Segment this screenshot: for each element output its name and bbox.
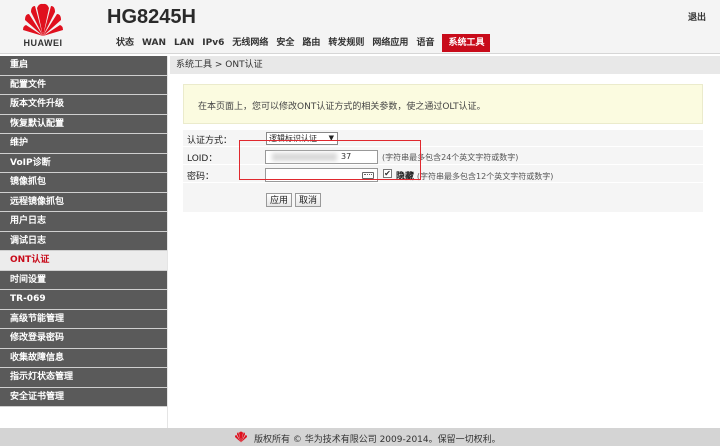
sidebar-item-firmware-upgrade[interactable]: 版本文件升级 [0, 95, 167, 115]
nav-security[interactable]: 安全 [272, 34, 298, 52]
sidebar-item-debug-log[interactable]: 调试日志 [0, 231, 167, 251]
sidebar-item-voip-diagnosis[interactable]: VoIP诊断 [0, 153, 167, 173]
auth-mode-value: 逻辑标识认证 [269, 134, 317, 143]
cancel-button[interactable]: 取消 [295, 193, 322, 207]
logout-link[interactable]: 退出 [688, 10, 706, 23]
loid-label: LOID： [187, 154, 218, 164]
nav-wireless[interactable]: 无线网络 [228, 34, 272, 52]
password-input[interactable] [265, 168, 378, 182]
nav-status[interactable]: 状态 [112, 34, 138, 52]
sidebar-item-config-file[interactable]: 配置文件 [0, 75, 167, 95]
sidebar-item-reboot[interactable]: 重启 [0, 56, 167, 76]
loid-redacted [272, 153, 337, 161]
nav-lan[interactable]: LAN [170, 34, 198, 52]
sidebar-item-collect-faults[interactable]: 收集故障信息 [0, 348, 167, 368]
loid-hint: (字符串最多包含24个英文字符或数字) [382, 153, 519, 162]
brand-name: HUAWEI [23, 38, 63, 48]
sidebar-item-time-settings[interactable]: 时间设置 [0, 270, 167, 290]
huawei-logo-icon [23, 3, 63, 37]
nav-wan[interactable]: WAN [138, 34, 170, 52]
notice-text: 在本页面上，您可以修改ONT认证方式的相关参数，使之通过OLT认证。 [198, 102, 486, 112]
auth-mode-row: 认证方式： 逻辑标识认证 ▼ [183, 130, 703, 147]
sidebar-item-maintenance[interactable]: 维护 [0, 134, 167, 154]
hide-text: 隐藏 [396, 172, 415, 182]
nav-network-apps[interactable]: 网络应用 [368, 34, 412, 52]
hide-password-checkbox[interactable]: ✔ [383, 169, 392, 178]
nav-system-tools[interactable]: 系统工具 [442, 34, 491, 52]
auth-mode-label: 认证方式： [187, 136, 233, 146]
footer: 版权所有 © 华为技术有限公司 2009-2014。保留一切权利。 [0, 428, 720, 446]
sidebar-item-security-cert[interactable]: 安全证书管理 [0, 387, 167, 407]
nav-route[interactable]: 路由 [298, 34, 324, 52]
nav-forward-rules[interactable]: 转发规则 [324, 34, 368, 52]
sidebar-item-mirror-capture[interactable]: 镜像抓包 [0, 173, 167, 193]
loid-input[interactable]: 37 [265, 150, 378, 164]
sidebar-item-user-log[interactable]: 用户日志 [0, 212, 167, 232]
info-notice: 在本页面上，您可以修改ONT认证方式的相关参数，使之通过OLT认证。 [183, 84, 703, 124]
loid-row: LOID： 37 (字符串最多包含24个英文字符或数字) [183, 148, 703, 165]
sidebar-item-led-status[interactable]: 指示灯状态管理 [0, 368, 167, 388]
nav-voice[interactable]: 语音 [412, 34, 438, 52]
dropdown-arrow-icon: ▼ [328, 134, 334, 142]
header: HUAWEI HG8245H 退出 状态 WAN LAN IPv6 无线网络 安… [0, 0, 720, 54]
auth-mode-select[interactable]: 逻辑标识认证 ▼ [266, 132, 338, 145]
keyboard-icon[interactable] [362, 172, 374, 179]
sidebar-item-tr069[interactable]: TR-069 [0, 290, 167, 310]
copyright-text: 版权所有 © 华为技术有限公司 2009-2014。保留一切权利。 [254, 435, 501, 445]
main-nav: 状态 WAN LAN IPv6 无线网络 安全 路由 转发规则 网络应用 语音 … [112, 34, 491, 52]
password-row: 密码： ✔ 隐藏 (字符串最多包含12个英文字符或数字) [183, 166, 703, 183]
sidebar-item-restore-default[interactable]: 恢复默认配置 [0, 114, 167, 134]
huawei-footer-logo-icon [235, 431, 247, 443]
password-label: 密码： [187, 172, 215, 182]
sidebar-item-remote-mirror-capture[interactable]: 远程镜像抓包 [0, 192, 167, 212]
breadcrumb: 系统工具 > ONT认证 [170, 56, 720, 74]
nav-ipv6[interactable]: IPv6 [198, 34, 228, 52]
device-model: HG8245H [107, 6, 196, 28]
sidebar-item-power-saving[interactable]: 高级节能管理 [0, 309, 167, 329]
ont-auth-form: 认证方式： 逻辑标识认证 ▼ LOID： 37 (字符串最多包含24个英文字符或… [183, 130, 703, 212]
password-hint: (字符串最多包含12个英文字符或数字) [416, 172, 554, 181]
huawei-logo: HUAWEI [8, 2, 78, 50]
loid-value-suffix: 37 [341, 152, 352, 161]
sidebar-item-ont-auth[interactable]: ONT认证 [0, 251, 167, 271]
hide-password-label: 隐藏 (字符串最多包含12个英文字符或数字) [396, 169, 553, 182]
sidebar-item-change-password[interactable]: 修改登录密码 [0, 329, 167, 349]
sidebar: 重启 配置文件 版本文件升级 恢复默认配置 维护 VoIP诊断 镜像抓包 远程镜… [0, 56, 168, 428]
apply-button[interactable]: 应用 [266, 193, 293, 207]
